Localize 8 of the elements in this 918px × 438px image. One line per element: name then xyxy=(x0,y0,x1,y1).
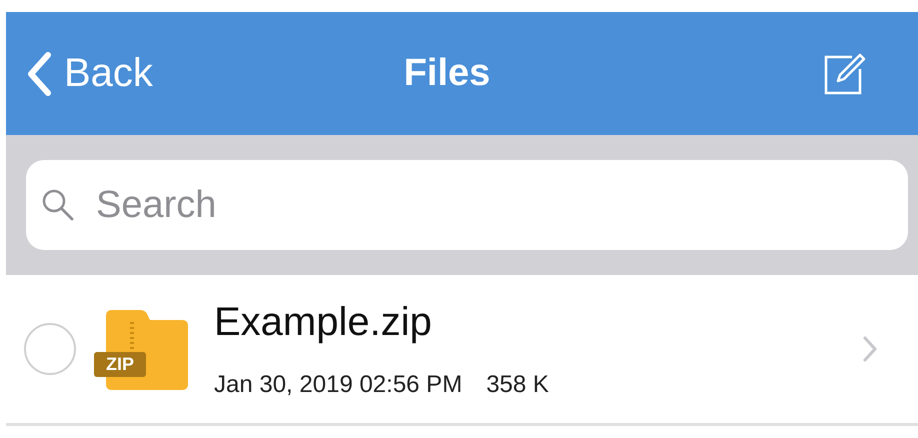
back-chevron-icon xyxy=(26,50,52,96)
file-row[interactable]: ZIP Example.zip Jan 30, 2019 02:56 PM 358 K xyxy=(6,275,918,426)
file-name: Example.zip xyxy=(214,300,433,344)
file-size: 358 K xyxy=(486,370,549,398)
file-date: Jan 30, 2019 02:56 PM xyxy=(214,370,462,398)
chevron-right-icon xyxy=(862,335,878,363)
search-field[interactable]: Search xyxy=(26,160,908,250)
nav-title: Files xyxy=(404,52,490,95)
